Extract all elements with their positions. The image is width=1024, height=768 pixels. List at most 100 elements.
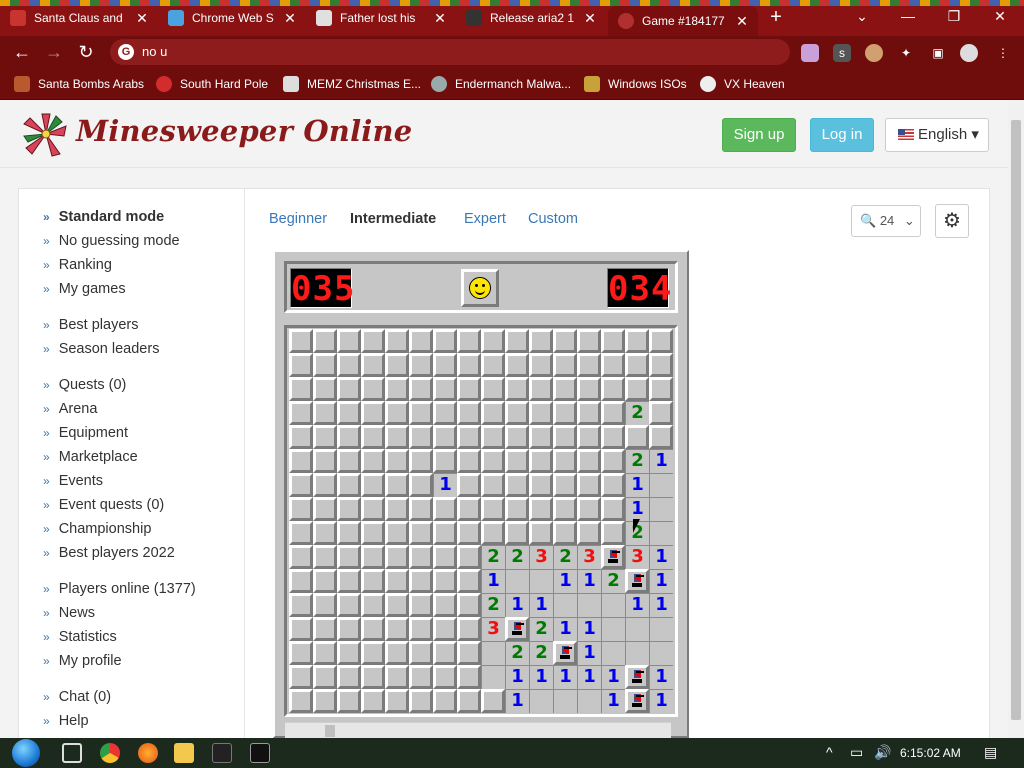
closed-cell[interactable]: [361, 689, 385, 713]
closed-cell[interactable]: [601, 401, 625, 425]
number-cell[interactable]: 1: [649, 449, 673, 473]
closed-cell[interactable]: [337, 449, 361, 473]
open-cell[interactable]: [577, 689, 601, 713]
closed-cell[interactable]: [577, 497, 601, 521]
level-tab-intermediate[interactable]: Intermediate: [350, 211, 436, 227]
closed-cell[interactable]: [385, 569, 409, 593]
bookmark-item[interactable]: South Hard Pole: [156, 75, 268, 93]
tray-chevron-up-icon[interactable]: ^: [826, 744, 833, 760]
closed-cell[interactable]: [337, 377, 361, 401]
closed-cell[interactable]: [409, 593, 433, 617]
number-cell[interactable]: 2: [529, 617, 553, 641]
sidebar-item[interactable]: » My games: [43, 281, 126, 301]
number-cell[interactable]: 1: [649, 569, 673, 593]
closed-cell[interactable]: [553, 353, 577, 377]
closed-cell[interactable]: [457, 401, 481, 425]
closed-cell[interactable]: [601, 329, 625, 353]
sidebar-item[interactable]: » Marketplace: [43, 449, 138, 469]
sidebar-icon[interactable]: ▣: [929, 44, 947, 62]
sidebar-item[interactable]: » Statistics: [43, 629, 117, 649]
closed-cell[interactable]: [529, 401, 553, 425]
closed-cell[interactable]: [505, 401, 529, 425]
closed-cell[interactable]: [457, 449, 481, 473]
sidebar-item[interactable]: » Events: [43, 473, 103, 493]
sidebar-item[interactable]: » No guessing mode: [43, 233, 180, 253]
closed-cell[interactable]: [529, 521, 553, 545]
closed-cell[interactable]: [481, 689, 505, 713]
closed-cell[interactable]: [409, 665, 433, 689]
closed-cell[interactable]: [601, 521, 625, 545]
closed-cell[interactable]: [553, 401, 577, 425]
closed-cell[interactable]: [313, 569, 337, 593]
closed-cell[interactable]: [409, 521, 433, 545]
extension-icon[interactable]: [865, 44, 883, 62]
closed-cell[interactable]: [625, 329, 649, 353]
closed-cell[interactable]: [601, 425, 625, 449]
firefox-taskbar-icon[interactable]: [138, 743, 158, 763]
number-cell[interactable]: 2: [481, 593, 505, 617]
closed-cell[interactable]: [505, 473, 529, 497]
number-cell[interactable]: 1: [577, 569, 601, 593]
zoom-select[interactable]: 🔍 24 ⌄: [851, 205, 921, 237]
closed-cell[interactable]: [457, 665, 481, 689]
open-cell[interactable]: [601, 593, 625, 617]
closed-cell[interactable]: [457, 545, 481, 569]
closed-cell[interactable]: [289, 617, 313, 641]
open-cell[interactable]: [529, 569, 553, 593]
address-bar[interactable]: G no u: [110, 39, 790, 65]
closed-cell[interactable]: [433, 329, 457, 353]
open-cell[interactable]: [649, 641, 673, 665]
chrome-taskbar-icon[interactable]: [100, 743, 120, 763]
closed-cell[interactable]: [385, 401, 409, 425]
closed-cell[interactable]: [649, 425, 673, 449]
closed-cell[interactable]: [529, 377, 553, 401]
file-explorer-icon[interactable]: [174, 743, 194, 763]
closed-cell[interactable]: [361, 617, 385, 641]
closed-cell[interactable]: [553, 521, 577, 545]
closed-cell[interactable]: [313, 497, 337, 521]
close-tab-icon[interactable]: ✕: [734, 13, 750, 30]
closed-cell[interactable]: [385, 449, 409, 473]
closed-cell[interactable]: [601, 449, 625, 473]
level-tab-beginner[interactable]: Beginner: [269, 211, 327, 227]
number-cell[interactable]: 1: [577, 665, 601, 689]
closed-cell[interactable]: [289, 353, 313, 377]
closed-cell[interactable]: [337, 617, 361, 641]
bookmark-item[interactable]: MEMZ Christmas E...: [283, 75, 421, 93]
closed-cell[interactable]: [481, 377, 505, 401]
closed-cell[interactable]: [601, 377, 625, 401]
closed-cell[interactable]: [385, 473, 409, 497]
sidebar-item[interactable]: » Season leaders: [43, 341, 159, 361]
closed-cell[interactable]: [289, 569, 313, 593]
closed-cell[interactable]: [457, 617, 481, 641]
7zip-icon[interactable]: [212, 743, 232, 763]
closed-cell[interactable]: [289, 545, 313, 569]
browser-tab-active[interactable]: Game #184177 ✕: [608, 6, 758, 36]
closed-cell[interactable]: [409, 353, 433, 377]
command-prompt-icon[interactable]: [250, 743, 270, 763]
closed-cell[interactable]: [289, 401, 313, 425]
closed-cell[interactable]: [577, 353, 601, 377]
closed-cell[interactable]: [409, 401, 433, 425]
closed-cell[interactable]: [505, 353, 529, 377]
closed-cell[interactable]: [433, 497, 457, 521]
closed-cell[interactable]: [457, 497, 481, 521]
closed-cell[interactable]: [481, 497, 505, 521]
closed-cell[interactable]: [553, 449, 577, 473]
scrollbar-thumb[interactable]: [1011, 120, 1021, 720]
site-logo-text[interactable]: Minesweeper Online: [76, 114, 412, 148]
closed-cell[interactable]: [505, 329, 529, 353]
closed-cell[interactable]: [361, 329, 385, 353]
sidebar-item[interactable]: » Players online (1377): [43, 581, 196, 601]
minimize-button[interactable]: —: [888, 4, 928, 28]
closed-cell[interactable]: [337, 689, 361, 713]
open-cell[interactable]: [553, 593, 577, 617]
number-cell[interactable]: 1: [625, 497, 649, 521]
closed-cell[interactable]: [529, 449, 553, 473]
tab-search-icon[interactable]: ⌄: [842, 4, 882, 28]
closed-cell[interactable]: [481, 401, 505, 425]
sidebar-item[interactable]: » Championship: [43, 521, 151, 541]
closed-cell[interactable]: [433, 521, 457, 545]
closed-cell[interactable]: [433, 569, 457, 593]
puzzle-icon[interactable]: ✦: [897, 44, 915, 62]
